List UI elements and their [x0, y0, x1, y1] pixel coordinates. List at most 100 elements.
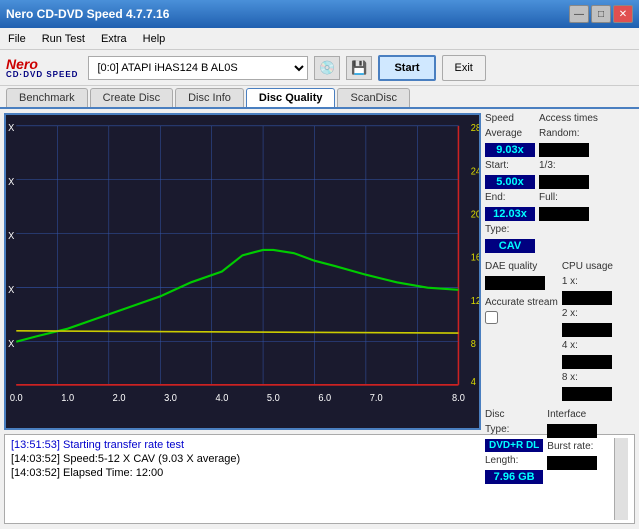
- nero-brand-bottom: CD·DVD SPEED: [6, 71, 78, 79]
- maximize-button[interactable]: □: [591, 5, 611, 23]
- speed-access-section: Speed Average 9.03x Start: 5.00x End: 12…: [485, 113, 635, 253]
- svg-text:1.0: 1.0: [61, 393, 74, 404]
- tab-scan-disc[interactable]: ScanDisc: [337, 88, 409, 107]
- accurate-stream-group: Accurate stream: [485, 297, 558, 327]
- speed-average-value: 9.03x: [485, 143, 535, 157]
- log-time-2: [14:03:52]: [11, 453, 60, 465]
- access-times-group: Access times Random: 1/3: Full:: [539, 113, 598, 253]
- access-full-label: Full:: [539, 192, 598, 203]
- svg-text:4.0: 4.0: [216, 393, 229, 404]
- log-text-3: Elapsed Time: 12:00: [63, 467, 163, 479]
- disc-type-sublabel: Type:: [485, 424, 543, 435]
- log-entry-1: [13:51:53] Starting transfer rate test: [11, 438, 610, 452]
- window-title: Nero CD-DVD Speed 4.7.7.16: [6, 7, 169, 21]
- accurate-stream-label: Accurate stream: [485, 297, 558, 308]
- menu-run-test[interactable]: Run Test: [38, 32, 89, 46]
- disc-type-label: Disc: [485, 409, 543, 420]
- speed-type-label: Type:: [485, 224, 535, 235]
- cpu-x4-value: [562, 355, 612, 369]
- speed-average-label: Average: [485, 128, 535, 139]
- cpu-x2-label: 2 x:: [562, 308, 613, 319]
- tab-create-disc[interactable]: Create Disc: [90, 88, 173, 107]
- menu-bar: File Run Test Extra Help: [0, 28, 639, 50]
- interface-value: [547, 424, 597, 438]
- log-time-1: [13:51:53]: [11, 439, 60, 451]
- log-text-1: Starting transfer rate test: [63, 439, 184, 451]
- interface-label: Interface: [547, 409, 597, 420]
- save-icon-button[interactable]: 💾: [346, 56, 372, 80]
- speed-group: Speed Average 9.03x Start: 5.00x End: 12…: [485, 113, 535, 253]
- svg-text:2.0: 2.0: [113, 393, 126, 404]
- nero-logo: Nero CD·DVD SPEED: [6, 57, 78, 79]
- dae-value: [485, 276, 545, 290]
- speed-end-value: 12.03x: [485, 207, 535, 221]
- cpu-x8-label: 8 x:: [562, 372, 613, 383]
- svg-text:16 X: 16 X: [6, 177, 15, 188]
- svg-text:4 X: 4 X: [6, 339, 15, 350]
- dae-title: DAE quality: [485, 261, 558, 272]
- log-area: [13:51:53] Starting transfer rate test […: [4, 434, 635, 524]
- log-entry-3: [14:03:52] Elapsed Time: 12:00: [11, 466, 610, 480]
- toolbar: Nero CD·DVD SPEED [0:0] ATAPI iHAS124 B …: [0, 50, 639, 86]
- svg-text:6.0: 6.0: [318, 393, 331, 404]
- svg-text:7.0: 7.0: [370, 393, 383, 404]
- tab-bar: Benchmark Create Disc Disc Info Disc Qua…: [0, 86, 639, 109]
- cpu-x1-value: [562, 291, 612, 305]
- svg-text:12 X: 12 X: [6, 231, 15, 242]
- svg-text:0.0: 0.0: [10, 393, 23, 404]
- cpu-x2-value: [562, 323, 612, 337]
- access-random-value: [539, 143, 589, 157]
- svg-text:8 X: 8 X: [6, 285, 15, 296]
- exit-button[interactable]: Exit: [442, 55, 486, 81]
- access-onethird-label: 1/3:: [539, 160, 598, 171]
- drive-select[interactable]: [0:0] ATAPI iHAS124 B AL0S: [88, 56, 308, 80]
- eject-icon-button[interactable]: 💿: [314, 56, 340, 80]
- log-time-3: [14:03:52]: [11, 467, 60, 479]
- dae-group: DAE quality Accurate stream: [485, 261, 558, 401]
- svg-text:8: 8: [471, 339, 476, 350]
- speed-title: Speed: [485, 113, 535, 124]
- speed-start-value: 5.00x: [485, 175, 535, 189]
- title-bar: Nero CD-DVD Speed 4.7.7.16 — □ ✕: [0, 0, 639, 28]
- svg-text:4: 4: [471, 377, 476, 388]
- accurate-stream-checkbox[interactable]: [485, 311, 498, 324]
- log-entry-2: [14:03:52] Speed:5-12 X CAV (9.03 X aver…: [11, 452, 610, 466]
- menu-extra[interactable]: Extra: [97, 32, 131, 46]
- tab-disc-info[interactable]: Disc Info: [175, 88, 244, 107]
- access-full-value: [539, 207, 589, 221]
- close-button[interactable]: ✕: [613, 5, 633, 23]
- benchmark-chart: 20 X 16 X 12 X 8 X 4 X 28 24 20 16 12 8 …: [6, 115, 479, 428]
- speed-end-label: End:: [485, 192, 535, 203]
- cpu-x1-label: 1 x:: [562, 276, 613, 287]
- access-random-label: Random:: [539, 128, 598, 139]
- menu-file[interactable]: File: [4, 32, 30, 46]
- cpu-title: CPU usage: [562, 261, 613, 272]
- start-button[interactable]: Start: [378, 55, 435, 81]
- svg-text:12: 12: [471, 296, 479, 307]
- chart-area: 20 X 16 X 12 X 8 X 4 X 28 24 20 16 12 8 …: [4, 113, 481, 430]
- tab-benchmark[interactable]: Benchmark: [6, 88, 88, 107]
- log-scrollbar[interactable]: [614, 438, 628, 520]
- menu-help[interactable]: Help: [139, 32, 170, 46]
- speed-start-label: Start:: [485, 160, 535, 171]
- right-panel: Speed Average 9.03x Start: 5.00x End: 12…: [485, 113, 635, 430]
- svg-text:3.0: 3.0: [164, 393, 177, 404]
- log-text-2: Speed:5-12 X CAV (9.03 X average): [63, 453, 240, 465]
- svg-text:28: 28: [471, 123, 479, 134]
- tab-disc-quality[interactable]: Disc Quality: [246, 88, 336, 107]
- access-times-title: Access times: [539, 113, 598, 124]
- minimize-button[interactable]: —: [569, 5, 589, 23]
- svg-text:8.0: 8.0: [452, 393, 465, 404]
- svg-text:16: 16: [471, 253, 479, 264]
- svg-text:20: 20: [471, 209, 479, 220]
- speed-type-value: CAV: [485, 239, 535, 253]
- main-content: 20 X 16 X 12 X 8 X 4 X 28 24 20 16 12 8 …: [0, 109, 639, 434]
- window-controls: — □ ✕: [569, 5, 633, 23]
- cpu-x8-value: [562, 387, 612, 401]
- access-onethird-value: [539, 175, 589, 189]
- cpu-group: CPU usage 1 x: 2 x: 4 x: 8 x:: [562, 261, 613, 401]
- svg-text:5.0: 5.0: [267, 393, 280, 404]
- cpu-x4-label: 4 x:: [562, 340, 613, 351]
- cpu-section: DAE quality Accurate stream CPU usage 1 …: [485, 261, 635, 401]
- svg-text:20 X: 20 X: [6, 123, 15, 134]
